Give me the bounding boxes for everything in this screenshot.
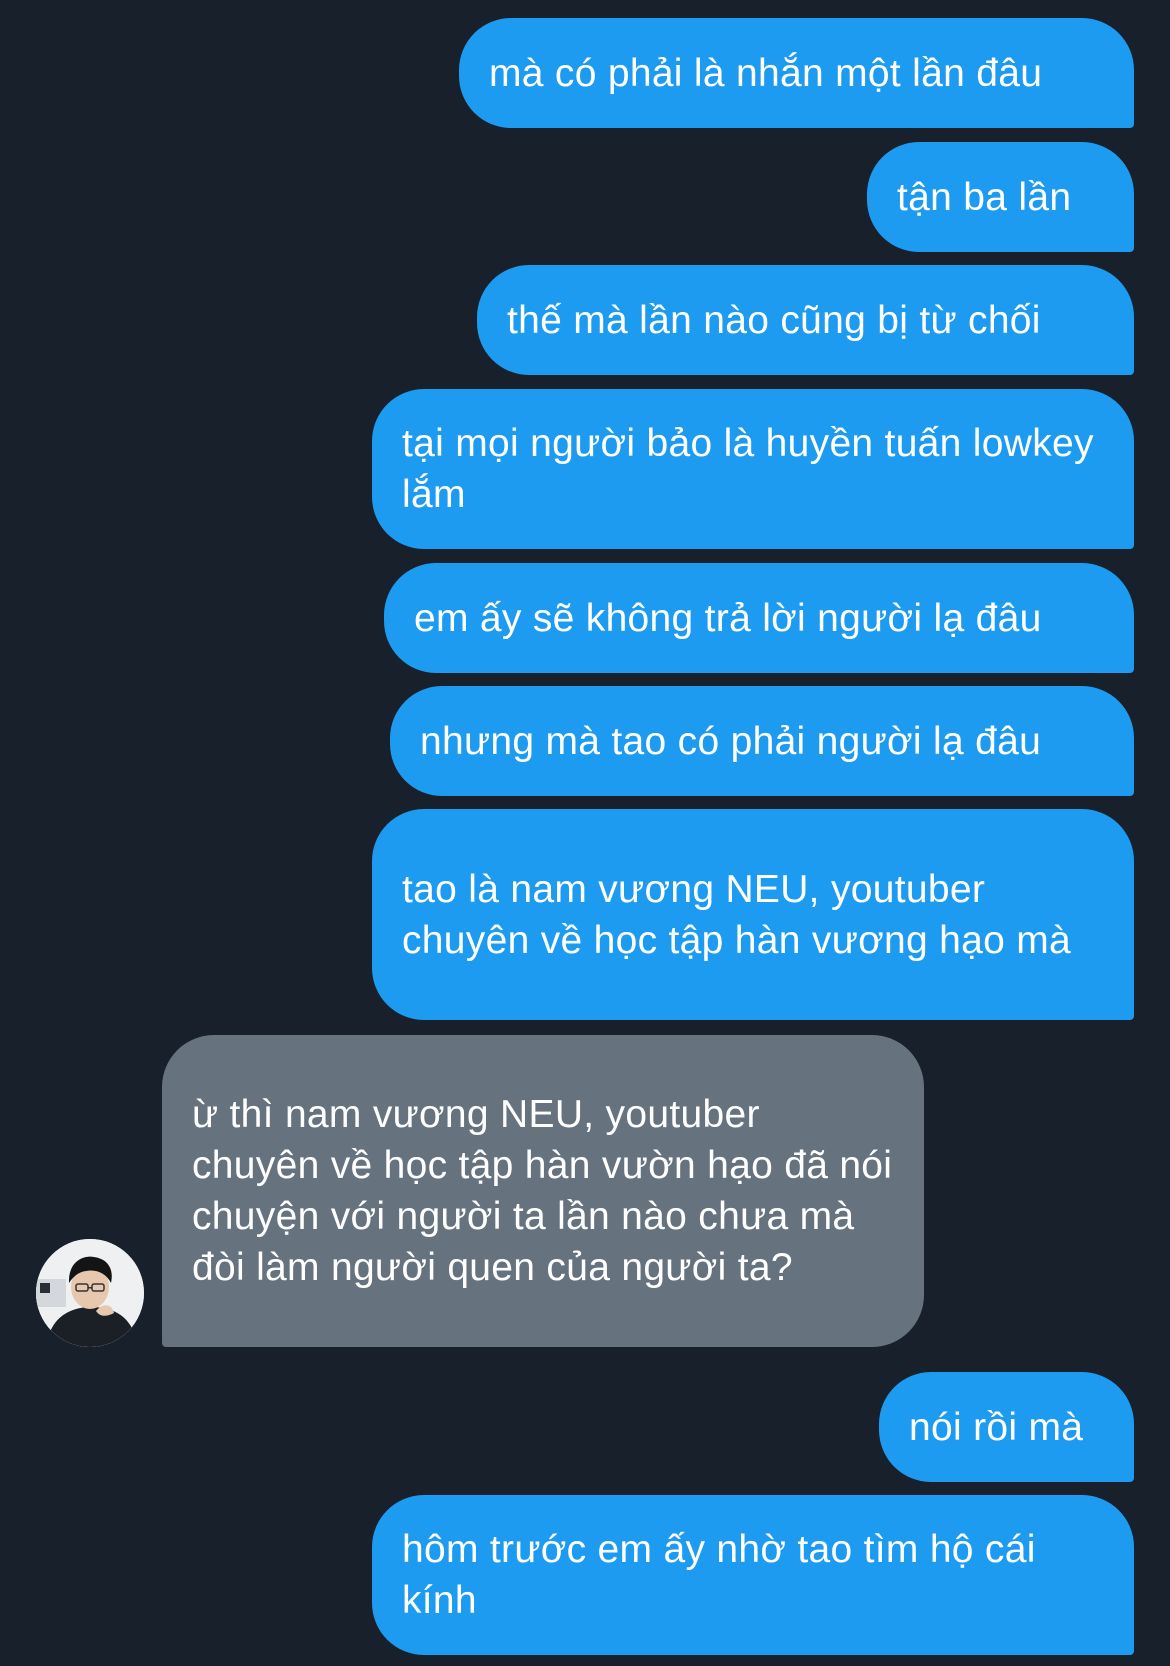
message-bubble-sent[interactable]: thế mà lần nào cũng bị từ chối <box>477 265 1134 375</box>
message-text: tao là nam vương NEU, youtuber chuyên về… <box>402 867 1071 962</box>
message-text: hôm trước em ấy nhờ tao tìm hộ cái kính <box>402 1528 1036 1622</box>
conversation-thread[interactable]: mà có phải là nhắn một lần đâu tận ba lầ… <box>0 0 1170 1666</box>
message-bubble-sent[interactable]: tại mọi người bảo là huyền tuấn lowkey l… <box>372 389 1134 549</box>
message-text: thế mà lần nào cũng bị từ chối <box>507 298 1041 342</box>
message-bubble-sent[interactable]: nhưng mà tao có phải người lạ đâu <box>390 686 1134 796</box>
message-text: nhưng mà tao có phải người lạ đâu <box>420 719 1042 763</box>
message-text: tại mọi người bảo là huyền tuấn lowkey l… <box>402 422 1094 516</box>
avatar-photo-icon <box>36 1239 144 1347</box>
message-bubble-sent[interactable]: hôm trước em ấy nhờ tao tìm hộ cái kính <box>372 1495 1134 1655</box>
contact-avatar[interactable] <box>36 1239 144 1347</box>
message-bubble-sent[interactable]: nói rồi mà <box>879 1372 1134 1482</box>
message-text: tận ba lần <box>897 175 1072 219</box>
message-text: ừ thì nam vương NEU, youtuber chuyên về … <box>192 1093 893 1289</box>
message-bubble-sent[interactable]: em ấy sẽ không trả lời người lạ đâu <box>384 563 1134 673</box>
message-text: mà có phải là nhắn một lần đâu <box>489 51 1043 95</box>
message-text: nói rồi mà <box>909 1405 1084 1449</box>
message-text: em ấy sẽ không trả lời người lạ đâu <box>414 596 1042 640</box>
message-bubble-received[interactable]: ừ thì nam vương NEU, youtuber chuyên về … <box>162 1035 924 1347</box>
message-bubble-sent[interactable]: tao là nam vương NEU, youtuber chuyên về… <box>372 809 1134 1020</box>
message-bubble-sent[interactable]: tận ba lần <box>867 142 1134 252</box>
message-bubble-sent[interactable]: mà có phải là nhắn một lần đâu <box>459 18 1134 128</box>
